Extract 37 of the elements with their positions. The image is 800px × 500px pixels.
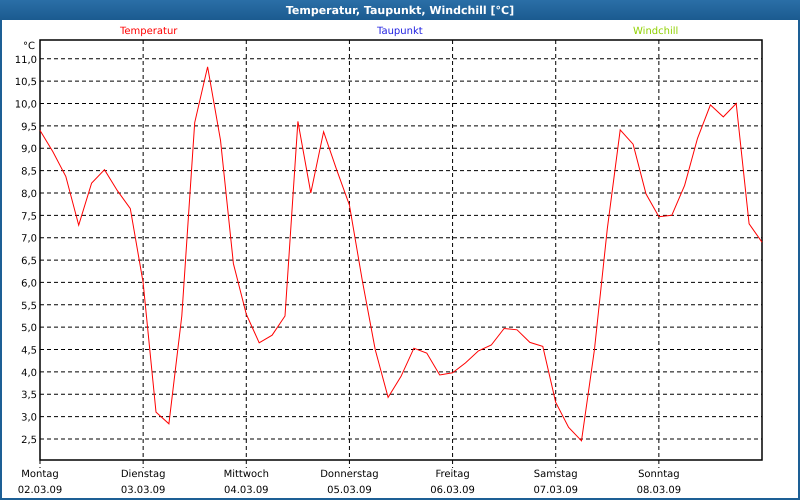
day-label: Donnerstag bbox=[320, 469, 379, 480]
y-axis-label: 8,5 bbox=[21, 166, 37, 178]
day-label: Samstag bbox=[534, 469, 578, 480]
date-label: 07.03.09 bbox=[533, 485, 578, 496]
y-axis-label: 7,0 bbox=[21, 234, 37, 245]
legend-label: Temperatur bbox=[120, 26, 178, 37]
day-label: Montag bbox=[21, 469, 59, 480]
date-label: 08.03.09 bbox=[636, 485, 682, 496]
legend-label: Taupunkt bbox=[377, 26, 423, 37]
legend-label: Windchill bbox=[633, 26, 678, 37]
y-axis-label: 3,5 bbox=[21, 390, 37, 402]
y-axis-label: 5,0 bbox=[21, 323, 37, 334]
day-label: Freitag bbox=[435, 469, 470, 480]
date-label: 04.03.09 bbox=[224, 485, 269, 496]
y-axis-label: 5,5 bbox=[21, 300, 37, 312]
window-title: Temperatur, Taupunkt, Windchill [°C] bbox=[0, 0, 800, 20]
day-label: Dienstag bbox=[120, 469, 166, 480]
y-axis-label: 10,5 bbox=[14, 77, 37, 88]
y-axis-label: 8,0 bbox=[21, 188, 37, 200]
y-axis-label: 7,5 bbox=[21, 211, 37, 222]
y-axis-label: 11,0 bbox=[14, 54, 37, 66]
y-axis-label: 2,5 bbox=[21, 434, 37, 446]
unit-label: °C bbox=[23, 41, 35, 52]
y-axis-label: 4,5 bbox=[21, 346, 37, 357]
y-axis-label: 4,0 bbox=[21, 368, 37, 379]
y-axis-label: 6,5 bbox=[21, 256, 37, 268]
day-label: Sonntag bbox=[638, 469, 680, 480]
y-axis-label: 10,0 bbox=[14, 100, 37, 111]
y-axis-label: 6,0 bbox=[21, 278, 37, 290]
date-label: 02.03.09 bbox=[18, 485, 62, 496]
date-label: 05.03.09 bbox=[327, 485, 372, 496]
day-label: Mittwoch bbox=[224, 469, 269, 480]
y-axis-label: 9,0 bbox=[21, 144, 37, 156]
y-axis-label: 9,5 bbox=[21, 122, 37, 133]
date-label: 03.03.09 bbox=[120, 485, 166, 496]
date-label: 06.03.09 bbox=[430, 485, 475, 496]
y-axis-label: 3,0 bbox=[21, 412, 37, 424]
